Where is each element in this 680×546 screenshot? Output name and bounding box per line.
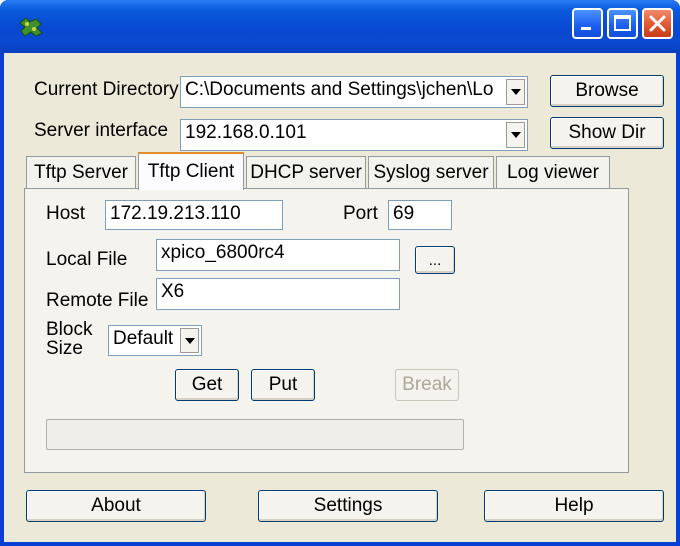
port-input[interactable]: 69 xyxy=(388,200,452,230)
host-input[interactable]: 172.19.213.110 xyxy=(105,200,283,230)
tab-syslog-server[interactable]: Syslog server xyxy=(368,156,494,188)
show-dir-button[interactable]: Show Dir xyxy=(550,117,664,149)
close-button[interactable] xyxy=(642,8,673,39)
put-button[interactable]: Put xyxy=(251,369,315,401)
tab-log-viewer[interactable]: Log viewer xyxy=(496,156,610,188)
about-button[interactable]: About xyxy=(26,490,206,522)
get-button[interactable]: Get xyxy=(175,369,239,401)
block-size-value: Default xyxy=(113,328,174,349)
tftp-client-panel: Host 172.19.213.110 Port 69 Local File x… xyxy=(24,188,629,473)
current-directory-value: C:\Documents and Settings\jchen\Lo xyxy=(185,79,494,100)
block-size-label-line1: Block xyxy=(46,319,93,340)
chevron-down-icon[interactable] xyxy=(506,122,525,148)
server-interface-value: 192.168.0.101 xyxy=(185,122,307,143)
remote-file-label: Remote File xyxy=(46,290,149,311)
break-button[interactable]: Break xyxy=(395,369,459,401)
maximize-icon xyxy=(614,15,631,31)
maximize-button[interactable] xyxy=(607,8,638,39)
remote-file-input[interactable]: X6 xyxy=(156,278,400,310)
chevron-down-icon[interactable] xyxy=(506,79,525,105)
help-button[interactable]: Help xyxy=(484,490,664,522)
local-file-label: Local File xyxy=(46,249,128,270)
tab-tftp-server[interactable]: Tftp Server xyxy=(26,156,136,188)
settings-button[interactable]: Settings xyxy=(258,490,438,522)
block-size-select[interactable]: Default xyxy=(108,325,202,356)
browse-local-file-button[interactable]: ... xyxy=(415,246,455,274)
block-size-label: Block Size xyxy=(46,320,92,358)
local-file-input[interactable]: xpico_6800rc4 xyxy=(156,239,400,271)
port-label: Port xyxy=(343,203,378,224)
minimize-icon xyxy=(581,27,591,30)
tab-tftp-client[interactable]: Tftp Client xyxy=(138,152,244,190)
transfer-progress-bar xyxy=(46,419,464,450)
tab-dhcp-server[interactable]: DHCP server xyxy=(246,156,366,188)
dialog-body: Current Directory C:\Documents and Setti… xyxy=(4,53,676,542)
host-label: Host xyxy=(46,203,86,224)
app-icon xyxy=(19,17,43,37)
browse-button[interactable]: Browse xyxy=(550,75,664,107)
chevron-down-icon[interactable] xyxy=(180,328,199,353)
current-directory-combo[interactable]: C:\Documents and Settings\jchen\Lo xyxy=(180,76,528,108)
server-interface-label: Server interface xyxy=(34,120,169,141)
minimize-button[interactable] xyxy=(572,8,603,39)
server-interface-combo[interactable]: 192.168.0.101 xyxy=(180,119,528,151)
close-icon xyxy=(649,15,666,32)
title-bar[interactable] xyxy=(0,0,680,53)
tftpd-window: Current Directory C:\Documents and Setti… xyxy=(0,0,680,546)
block-size-label-line2: Size xyxy=(46,338,83,359)
current-directory-label: Current Directory xyxy=(34,79,179,100)
